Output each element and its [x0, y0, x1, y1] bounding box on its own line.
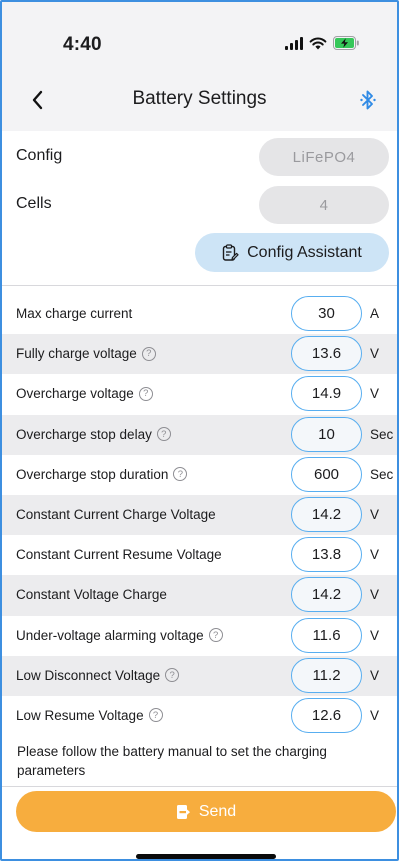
status-time: 4:40 [63, 34, 102, 55]
cellular-signal-icon [285, 36, 303, 50]
param-row: Constant Voltage Charge V [2, 575, 397, 616]
param-unit: Sec [370, 426, 394, 442]
param-value-input[interactable] [291, 697, 362, 733]
param-unit: V [370, 346, 380, 362]
param-row: Fully charge voltage? V [2, 334, 397, 375]
help-icon[interactable]: ? [148, 708, 163, 723]
param-label-text: Overcharge stop duration [16, 466, 169, 482]
wifi-icon [309, 37, 327, 49]
param-label: Overcharge stop duration? [16, 466, 188, 482]
param-row: Low Resume Voltage? V [2, 696, 397, 736]
bluetooth-button[interactable] [359, 88, 377, 112]
param-value-input[interactable] [291, 296, 362, 331]
param-label-text: Overcharge stop delay [16, 426, 152, 442]
param-unit: V [370, 627, 380, 643]
param-row: Low Disconnect Voltage? V [2, 655, 397, 696]
charging-note: Please follow the battery manual to set … [17, 744, 327, 778]
param-label: Constant Voltage Charge [16, 587, 167, 602]
param-row: Under-voltage alarming voltage? V [2, 616, 397, 656]
param-label-text: Under-voltage alarming voltage [16, 627, 204, 643]
cells-label: Cells [16, 195, 52, 212]
header-area: 4:40 Battery Settings [2, 2, 397, 131]
param-label: Overcharge voltage? [16, 386, 153, 401]
param-value-input[interactable] [291, 456, 362, 492]
help-icon[interactable]: ? [138, 386, 153, 401]
param-label-text: Max charge current [16, 306, 133, 321]
param-label-text: Low Disconnect Voltage [16, 667, 161, 683]
param-label-text: Constant Current Charge Voltage [16, 506, 216, 522]
home-indicator [136, 854, 276, 859]
config-select[interactable]: LiFePO4 [259, 138, 389, 176]
send-button[interactable]: Send [16, 791, 396, 832]
param-label: Under-voltage alarming voltage? [16, 628, 223, 643]
param-label: Max charge current [16, 306, 132, 321]
param-row: Overcharge stop duration? Sec [2, 455, 397, 495]
param-label-text: Low Resume Voltage [16, 707, 144, 723]
page-title: Battery Settings [132, 88, 267, 109]
divider [2, 786, 397, 787]
param-label: Low Resume Voltage? [16, 708, 163, 723]
exit-door-icon [176, 804, 190, 819]
param-value-input[interactable] [291, 617, 362, 653]
param-label-text: Constant Current Resume Voltage [16, 547, 222, 563]
config-row: Config LiFePO4 [2, 136, 397, 178]
config-assistant-label: Config Assistant [247, 243, 362, 261]
config-label: Config [16, 147, 63, 164]
param-label-text: Overcharge voltage [16, 386, 134, 402]
divider [2, 285, 397, 286]
param-label: Low Disconnect Voltage? [16, 667, 180, 683]
help-icon[interactable]: ? [173, 467, 188, 482]
param-value-input[interactable] [291, 496, 362, 532]
param-unit: V [370, 506, 380, 522]
param-label-text: Fully charge voltage [16, 346, 137, 362]
param-unit: V [370, 587, 380, 603]
param-unit: V [370, 667, 380, 683]
param-row: Overcharge stop delay? Sec [2, 414, 397, 455]
battery-charging-icon [333, 36, 359, 50]
status-bar: 4:40 [2, 2, 397, 74]
param-unit: V [370, 547, 380, 563]
bluetooth-icon [360, 90, 376, 110]
help-icon[interactable]: ? [165, 668, 180, 683]
param-label: Constant Current Resume Voltage [16, 547, 222, 562]
param-unit: Sec [370, 466, 394, 482]
param-row: Constant Current Charge Voltage V [2, 494, 397, 536]
param-value-input[interactable] [291, 416, 362, 452]
param-row: Overcharge voltage? V [2, 374, 397, 414]
param-value-input[interactable] [291, 537, 362, 573]
help-icon[interactable]: ? [156, 427, 171, 442]
help-icon[interactable]: ? [141, 346, 156, 361]
status-icons [285, 36, 360, 50]
cells-row: Cells 4 [2, 184, 397, 226]
param-unit: V [370, 386, 380, 402]
param-value-input[interactable] [291, 336, 362, 372]
config-assistant-button[interactable]: Config Assistant [195, 233, 389, 272]
param-label: Constant Current Charge Voltage [16, 507, 216, 522]
param-value-input[interactable] [291, 376, 362, 412]
param-value-input[interactable] [291, 657, 362, 693]
param-row: Constant Current Resume Voltage V [2, 535, 397, 575]
send-label: Send [198, 802, 237, 820]
app-screen: 4:40 Battery Settings Config LiFePO4 Cel… [0, 0, 399, 861]
param-value-input[interactable] [291, 577, 362, 613]
navigation-bar: Battery Settings [2, 74, 397, 126]
param-unit: V [370, 707, 380, 723]
help-icon[interactable]: ? [208, 628, 223, 642]
parameter-list: Max charge current A Fully charge voltage?… [2, 294, 397, 736]
param-label: Overcharge stop delay? [16, 427, 171, 442]
param-row: Max charge current A [2, 294, 397, 334]
param-unit: A [370, 306, 380, 321]
clipboard-edit-icon [222, 243, 239, 261]
cells-select[interactable]: 4 [259, 186, 389, 224]
param-label: Fully charge voltage? [16, 346, 156, 361]
param-label-text: Constant Voltage Charge [16, 587, 167, 603]
